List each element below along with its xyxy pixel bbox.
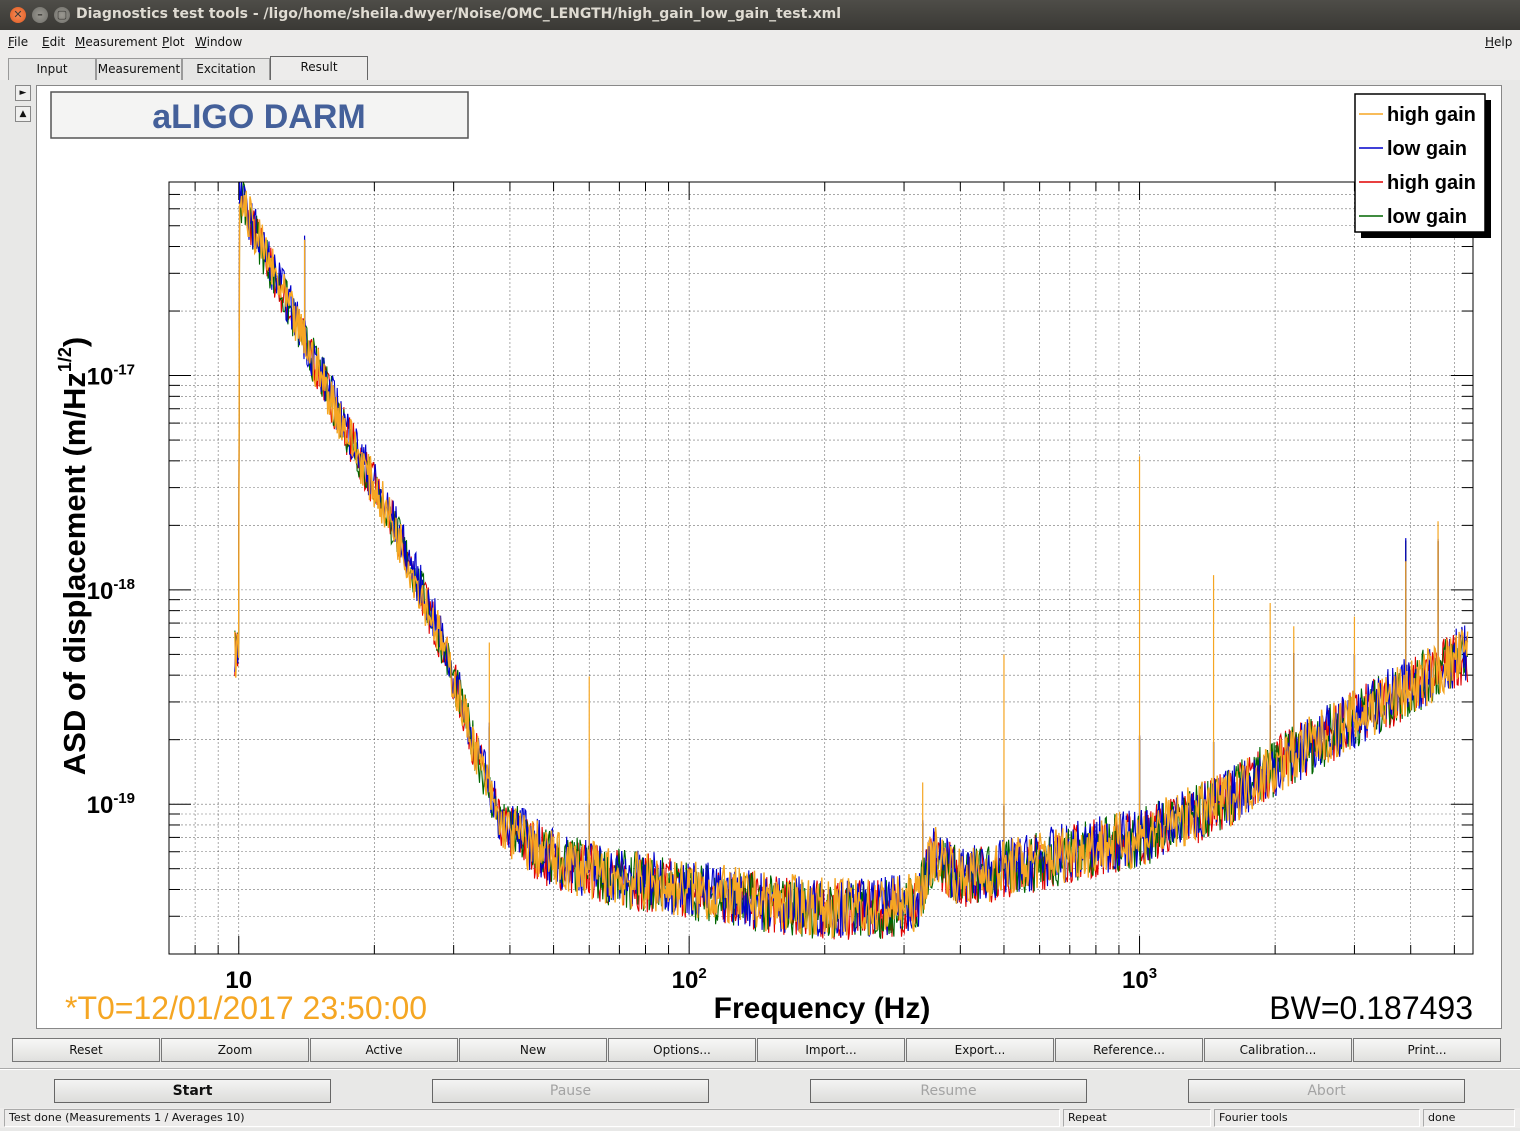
legend-label-3: high gain <box>1387 172 1476 194</box>
pause-button[interactable]: Pause <box>432 1079 709 1103</box>
separator <box>0 1068 1520 1070</box>
plot-button-row: Reset Zoom Active New Options... Import.… <box>0 1036 1520 1064</box>
import-button[interactable]: Import... <box>757 1038 905 1062</box>
status-bar: Test done (Measurements 1 / Averages 10)… <box>0 1108 1520 1128</box>
bandwidth-label: BW=0.187493 <box>1269 990 1473 1026</box>
tab-measurement[interactable]: Measurement <box>96 58 182 80</box>
tab-result[interactable]: Result <box>270 56 368 80</box>
status-tool: Fourier tools <box>1214 1109 1420 1127</box>
series-1-path <box>234 190 1469 940</box>
resume-button[interactable]: Resume <box>810 1079 1087 1103</box>
window-titlebar: ✕ – ▢ Diagnostics test tools - /ligo/hom… <box>0 0 1520 30</box>
tab-excitation[interactable]: Excitation <box>182 58 270 80</box>
y-axis-label: ASD of displacement (m/Hz1/2) <box>55 337 92 775</box>
x-tick-label: 103 <box>1122 965 1157 994</box>
series-1-line <box>234 190 1469 940</box>
plot-pad[interactable]: 10 102 103 10-17 10-18 10-19 aLIGO DARM ASD … <box>36 85 1502 1029</box>
menu-bar: File Edit Measurement Plot Window Help <box>0 30 1520 54</box>
series-2-path <box>234 181 1469 938</box>
reset-button[interactable]: Reset <box>12 1038 160 1062</box>
plot-curves <box>234 181 1469 940</box>
plot-grid <box>168 181 1473 955</box>
menu-edit[interactable]: Edit <box>42 35 65 49</box>
options-button[interactable]: Options... <box>608 1038 756 1062</box>
series-4-path <box>234 182 1469 939</box>
status-repeat: Repeat <box>1063 1109 1211 1127</box>
series-2-line <box>234 181 1469 938</box>
menu-help[interactable]: Help <box>1485 35 1512 49</box>
plot-frame <box>168 181 1474 955</box>
abort-button[interactable]: Abort <box>1188 1079 1465 1103</box>
series-3-path <box>234 190 1469 940</box>
t0-timestamp: *T0=12/01/2017 23:50:00 <box>65 990 427 1026</box>
plot-title: aLIGO DARM <box>152 98 365 136</box>
y-tick-label: 10-17 <box>87 362 135 391</box>
x-tick-label: 102 <box>672 965 707 994</box>
calibration-button[interactable]: Calibration... <box>1204 1038 1352 1062</box>
menu-measurement[interactable]: Measurement <box>75 35 157 49</box>
y-tick-label: 10-19 <box>87 790 135 819</box>
series-3-line <box>234 190 1469 940</box>
start-button[interactable]: Start <box>54 1079 331 1103</box>
legend-label-2: low gain <box>1387 138 1467 160</box>
legend-label-4: low gain <box>1387 206 1467 228</box>
series-4-line <box>234 182 1469 939</box>
zoom-button[interactable]: Zoom <box>161 1038 309 1062</box>
menu-file[interactable]: File <box>8 35 28 49</box>
asd-plot[interactable]: 10 102 103 10-1710-1810-19 aLIGO DARM ASD … <box>37 86 1501 1028</box>
new-button[interactable]: New <box>459 1038 607 1062</box>
active-button[interactable]: Active <box>310 1038 458 1062</box>
x-axis-label: Frequency (Hz) <box>714 992 931 1025</box>
legend-label-1: high gain <box>1387 104 1476 126</box>
maximize-window-button[interactable]: ▢ <box>54 7 70 23</box>
pad-up-arrow-icon[interactable]: ▲ <box>15 106 31 122</box>
window-title: Diagnostics test tools - /ligo/home/shei… <box>76 6 842 22</box>
y-tick-label: 10-18 <box>87 576 135 605</box>
tab-input[interactable]: Input <box>8 58 96 80</box>
export-button[interactable]: Export... <box>906 1038 1054 1062</box>
menu-plot[interactable]: Plot <box>162 35 185 49</box>
minimize-window-button[interactable]: – <box>32 7 48 23</box>
status-state: done <box>1423 1109 1515 1127</box>
close-window-button[interactable]: ✕ <box>10 7 26 23</box>
status-message: Test done (Measurements 1 / Averages 10) <box>4 1109 1060 1127</box>
tab-bar: Input Measurement Excitation Result <box>0 54 1520 80</box>
reference-button[interactable]: Reference... <box>1055 1038 1203 1062</box>
menu-window[interactable]: Window <box>195 35 242 49</box>
y-tick-labels: 10-17 10-18 10-19 <box>87 362 135 820</box>
print-button[interactable]: Print... <box>1353 1038 1501 1062</box>
legend: high gain low gain high gain low gain <box>1354 93 1491 238</box>
pad-next-arrow-icon[interactable]: ► <box>15 85 31 101</box>
